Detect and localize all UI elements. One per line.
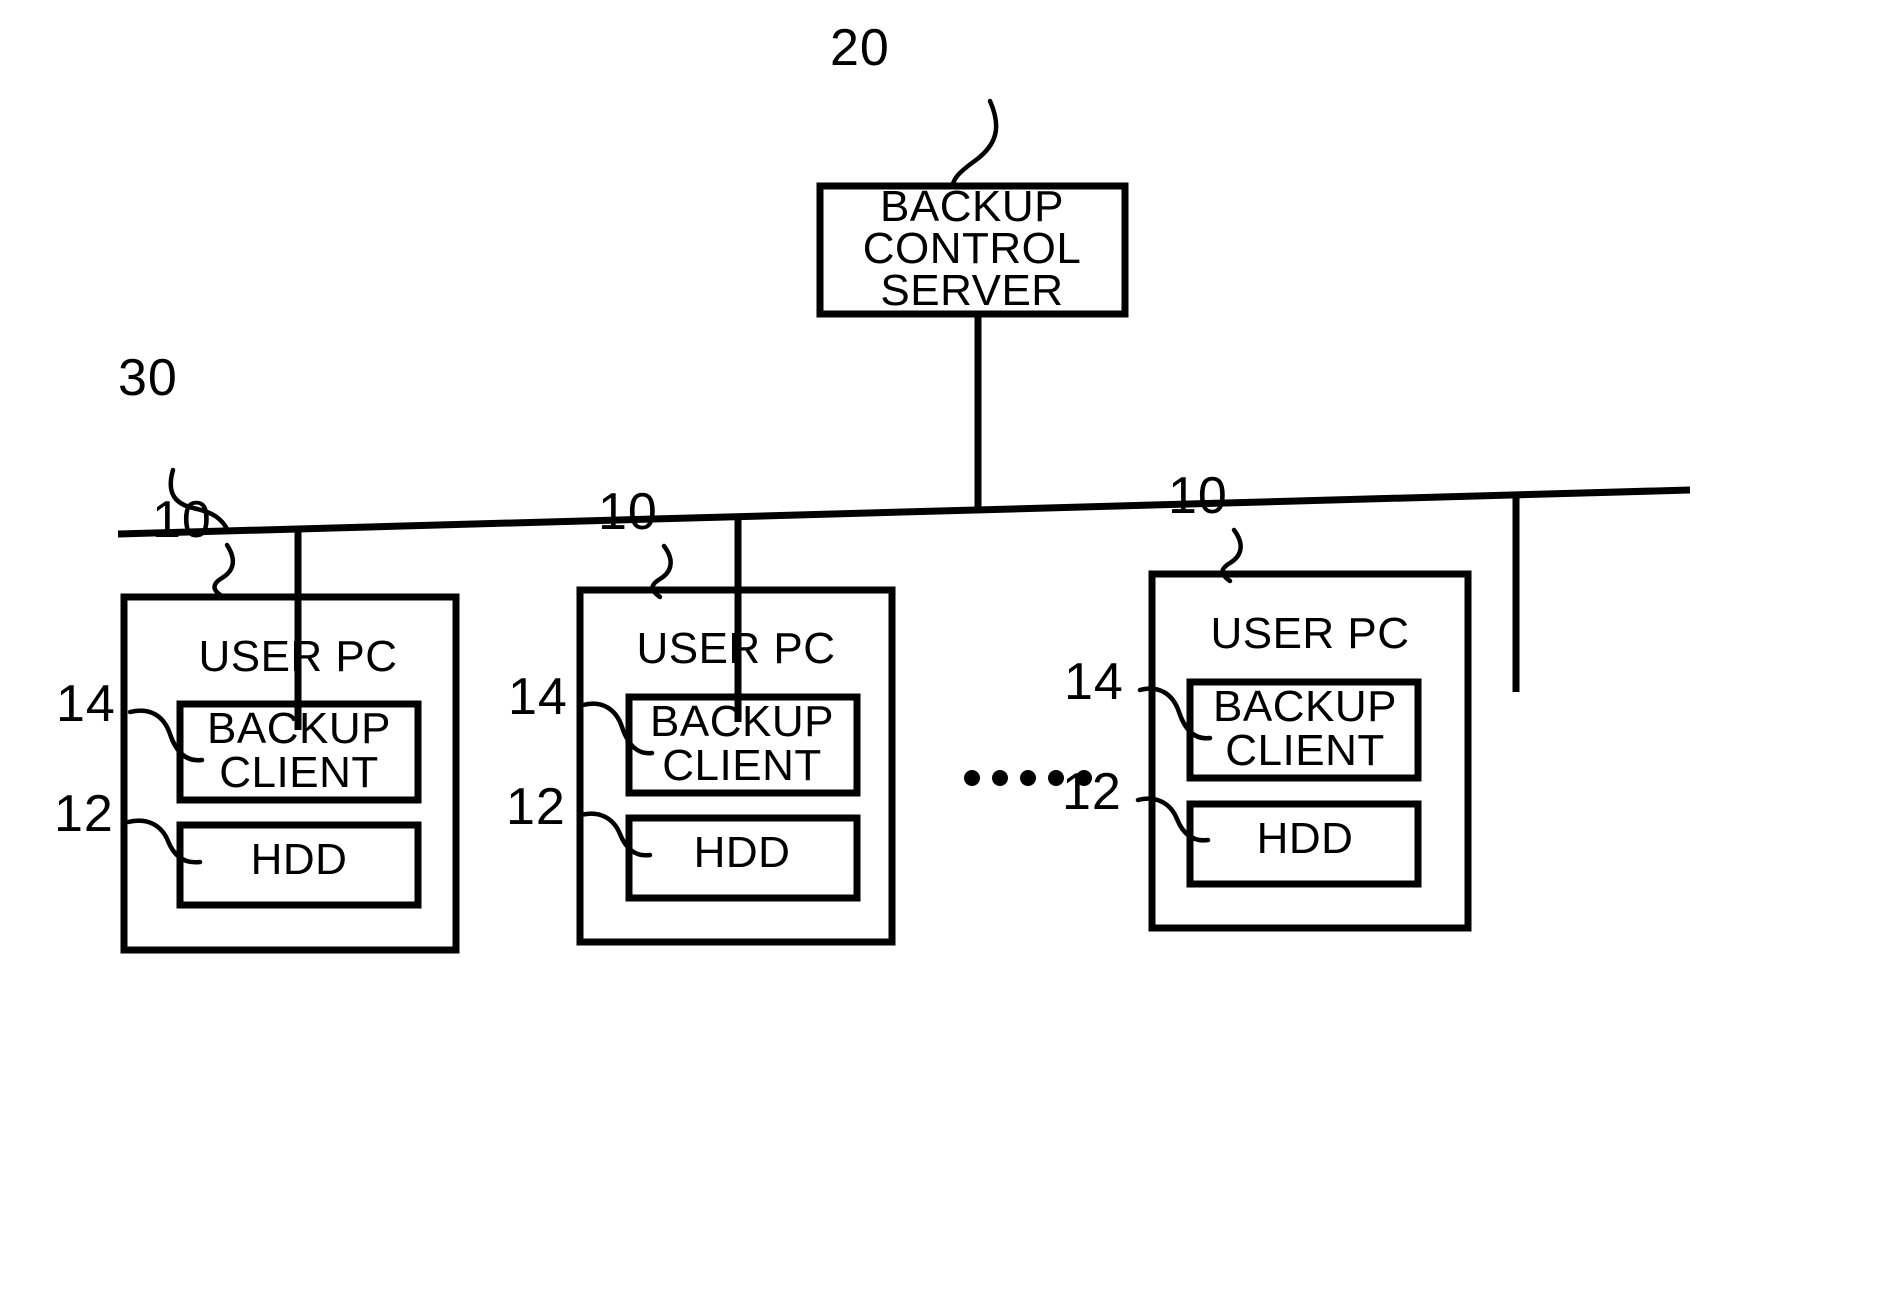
- user-pc-1-backup-client-label-line2: CLIENT: [219, 748, 378, 797]
- backup-control-server-group: BACKUP CONTROL SERVER 20: [816, 19, 1129, 318]
- user-pc-3-hdd-ref-number: 12: [1062, 763, 1122, 821]
- ellipsis-dot-2: [992, 770, 1008, 786]
- user-pc-3-backup-client-ref-number: 14: [1064, 653, 1124, 711]
- backup-control-server-label-line3: SERVER: [880, 266, 1063, 315]
- network-ref-number: 30: [118, 349, 178, 407]
- user-pc-1-backup-client-ref-number: 14: [56, 675, 116, 733]
- user-pc-1-label: USER PC: [198, 632, 397, 681]
- user-pc-3-backup-client-label-line2: CLIENT: [1225, 726, 1384, 775]
- user-pc-3-ref-number: 10: [1168, 467, 1228, 525]
- user-pc-2-label: USER PC: [636, 624, 835, 673]
- user-pc-2-backup-client-ref-number: 14: [508, 668, 568, 726]
- server-ref-number: 20: [830, 19, 890, 77]
- patent-figure: BACKUP CONTROL SERVER 20 30 USER PC BACK…: [0, 0, 1885, 1308]
- user-pc-3-hdd-label: HDD: [1257, 814, 1354, 863]
- user-pc-1-hdd-ref-number: 12: [54, 785, 114, 843]
- user-pc-1-backup-client-ref-leader-line: [127, 708, 205, 763]
- user-pc-1-ref-leader-line: [212, 542, 236, 599]
- ellipsis-dot-1: [964, 770, 980, 786]
- user-pc-3-label: USER PC: [1210, 609, 1409, 658]
- network-bus-group: 30: [117, 349, 1691, 538]
- user-pc-2-backup-client-label-line1: BACKUP: [650, 697, 834, 746]
- user-pc-2-hdd-ref-number: 12: [506, 778, 566, 836]
- ellipsis-dot-3: [1020, 770, 1036, 786]
- user-pc-2-ref-number: 10: [598, 483, 658, 541]
- user-pc-1-group: USER PC BACKUP CLIENT HDD 10 14 12: [54, 491, 460, 954]
- user-pc-2-backup-client-label-line2: CLIENT: [662, 741, 821, 790]
- network-bus-line[interactable]: [117, 486, 1691, 538]
- user-pc-2-backup-client-ref-leader-line: [580, 701, 655, 756]
- user-pc-1-ref-number: 10: [152, 491, 212, 549]
- user-pc-3-group: USER PC BACKUP CLIENT HDD 10 14 12: [1062, 467, 1472, 932]
- user-pc-1-backup-client-label-line1: BACKUP: [207, 704, 391, 753]
- user-pc-2-hdd-label: HDD: [694, 828, 791, 877]
- user-pc-1-hdd-label: HDD: [251, 835, 348, 884]
- user-pc-2-group: USER PC BACKUP CLIENT HDD 10 14 12: [506, 483, 896, 946]
- server-ref-leader-line: [949, 98, 999, 190]
- user-pc-3-backup-client-label-line1: BACKUP: [1213, 682, 1397, 731]
